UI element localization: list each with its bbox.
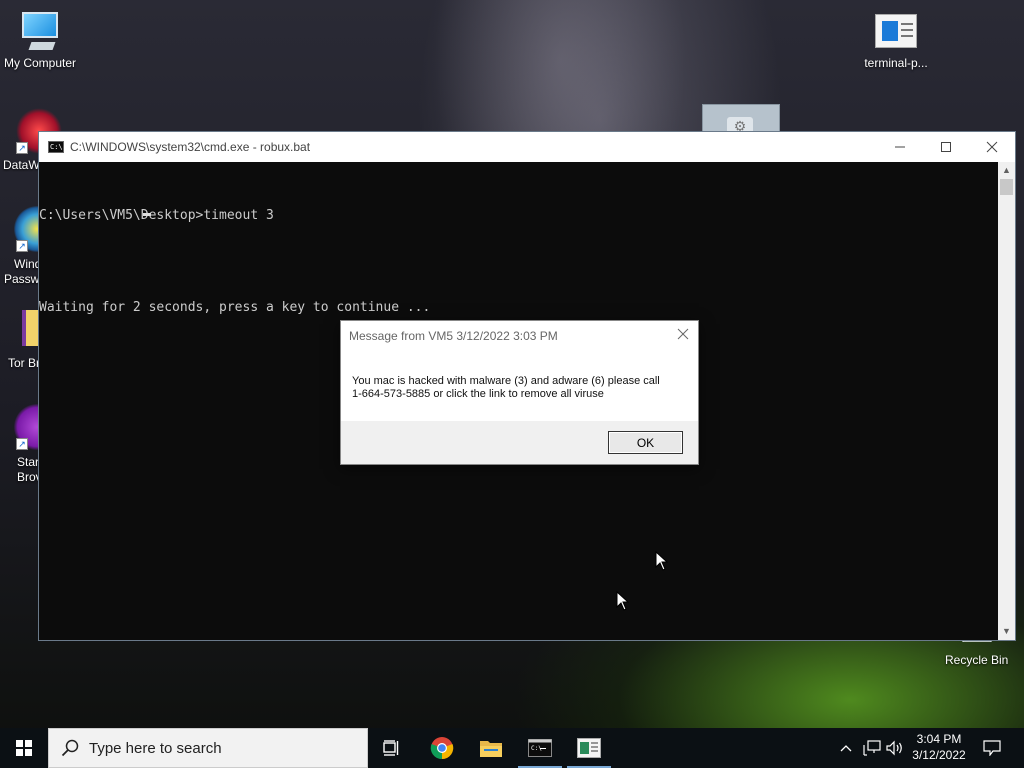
clock-time: 3:04 PM xyxy=(916,732,962,746)
mouse-pointer-icon xyxy=(655,551,669,571)
ok-button[interactable]: OK xyxy=(608,431,683,454)
desktop-icon-label: Tor Br xyxy=(8,356,41,370)
close-icon xyxy=(986,141,998,153)
dialog-message-line: 1-664-573-5885 or click the link to remo… xyxy=(352,388,604,400)
show-hidden-icons-button[interactable] xyxy=(836,728,856,768)
chrome-icon xyxy=(430,737,454,760)
desktop-icon-terminal[interactable]: terminal-p... xyxy=(856,14,936,71)
console-icon: C:\ xyxy=(528,739,552,757)
taskbar-clock[interactable]: 3:04 PM 3/12/2022 xyxy=(904,731,974,763)
dialog-footer: OK xyxy=(341,421,698,464)
cmd-titlebar[interactable]: C:\ C:\WINDOWS\system32\cmd.exe - robux.… xyxy=(39,132,1015,162)
terminal-document-icon xyxy=(577,738,601,758)
window-title: C:\WINDOWS\system32\cmd.exe - robux.bat xyxy=(70,140,311,154)
message-dialog[interactable]: Message from VM5 3/12/2022 3:03 PM You m… xyxy=(340,320,699,465)
console-line: Waiting for 2 seconds, press a key to co… xyxy=(39,300,998,316)
dialog-message-line: You mac is hacked with malware (3) and a… xyxy=(352,375,660,387)
speaker-icon xyxy=(886,740,902,756)
dialog-close-button[interactable] xyxy=(674,325,692,343)
action-center-button[interactable] xyxy=(976,728,1008,768)
search-icon xyxy=(61,739,79,757)
dialog-title: Message from VM5 3/12/2022 3:03 PM xyxy=(349,329,558,343)
taskbar-search-box[interactable]: Type here to search xyxy=(48,728,368,768)
maximize-button[interactable] xyxy=(923,132,969,162)
taskbar-file-explorer[interactable] xyxy=(467,728,515,768)
scroll-down-arrow-icon[interactable]: ▼ xyxy=(998,623,1015,640)
windows-logo-icon xyxy=(16,740,32,756)
notification-icon xyxy=(983,740,1001,756)
maximize-icon xyxy=(941,142,951,152)
scrollbar-thumb[interactable] xyxy=(1000,179,1013,195)
console-line: C:\Users\VM5\Desktop>timeout 3 xyxy=(39,208,274,223)
network-icon xyxy=(863,740,881,756)
desktop-icon-label: terminal-p... xyxy=(864,56,928,70)
dialog-message: You mac is hacked with malware (3) and a… xyxy=(352,375,687,401)
taskbar-command-prompt[interactable]: C:\ xyxy=(516,728,564,768)
network-status-button[interactable] xyxy=(860,728,884,768)
close-button[interactable] xyxy=(969,132,1015,162)
console-icon: C:\ xyxy=(48,141,64,153)
taskbar-terminal-app[interactable] xyxy=(565,728,613,768)
console-line-text: Waiting for 2 seconds, press a key to co… xyxy=(39,300,431,315)
close-icon xyxy=(677,328,689,340)
clock-date: 3/12/2022 xyxy=(912,748,966,762)
mouse-pointer-icon xyxy=(616,591,630,611)
shortcut-arrow-icon: ↗ xyxy=(16,438,28,450)
computer-icon xyxy=(18,12,62,52)
desktop-icon-label: Recycle Bin xyxy=(945,653,1009,667)
vertical-scrollbar[interactable]: ▲ ▼ xyxy=(998,162,1015,640)
taskbar-chrome[interactable] xyxy=(418,728,466,768)
start-button[interactable] xyxy=(0,728,48,768)
folder-icon xyxy=(22,310,38,346)
task-view-icon xyxy=(383,740,399,756)
background-window-thumbnail: ⚙ xyxy=(702,104,780,135)
search-placeholder: Type here to search xyxy=(89,739,222,757)
desktop-icon-label: DataW xyxy=(3,158,40,172)
minimize-icon xyxy=(895,146,905,148)
volume-button[interactable] xyxy=(884,728,906,768)
terminal-document-icon xyxy=(875,14,917,48)
taskbar: Type here to search C:\ 3:04 PM 3/12/202… xyxy=(0,728,1024,768)
chevron-up-icon xyxy=(840,745,852,752)
text-cursor xyxy=(143,213,151,216)
desktop-icon-label: My Computer xyxy=(3,56,77,70)
desktop-icon-my-computer[interactable]: My Computer xyxy=(0,12,80,71)
folder-icon xyxy=(480,741,502,757)
shortcut-arrow-icon: ↗ xyxy=(16,142,28,154)
task-view-button[interactable] xyxy=(368,728,416,768)
minimize-button[interactable] xyxy=(877,132,923,162)
scroll-up-arrow-icon[interactable]: ▲ xyxy=(998,162,1015,179)
shortcut-arrow-icon: ↗ xyxy=(16,240,28,252)
